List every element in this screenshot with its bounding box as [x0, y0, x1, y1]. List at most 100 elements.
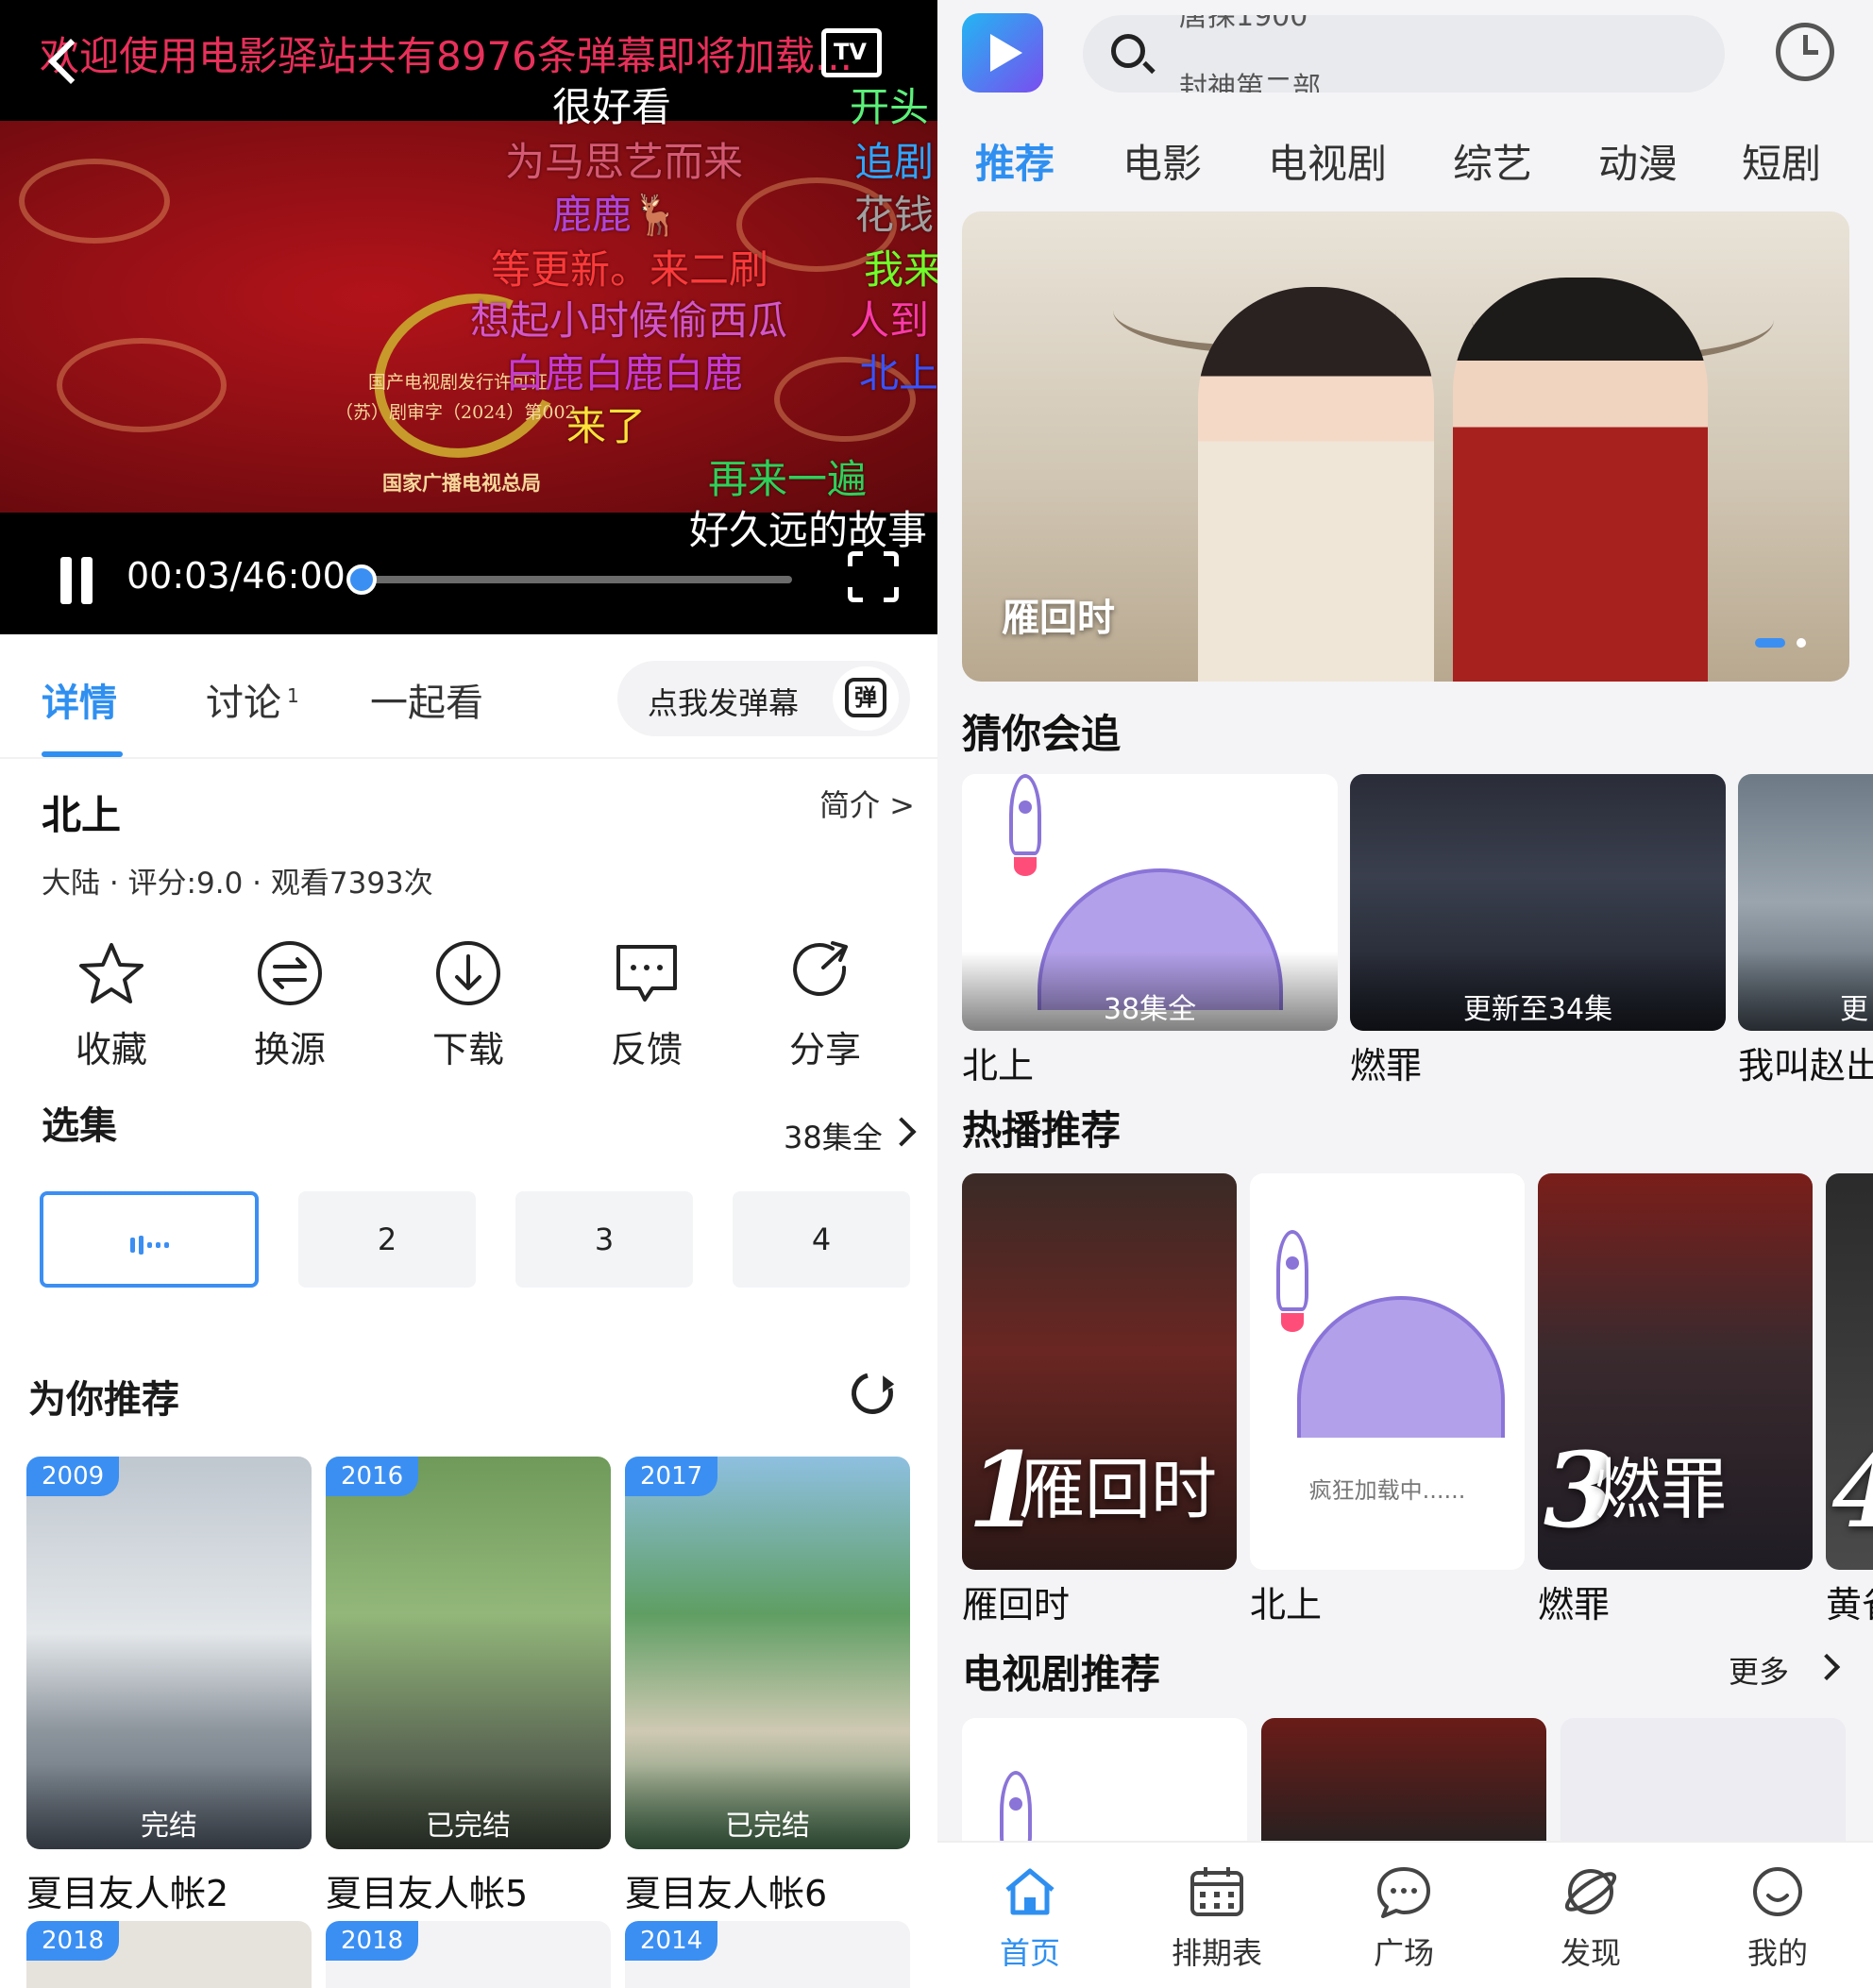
action-label: 分享: [788, 1029, 861, 1070]
planet-illustration: [1297, 1296, 1505, 1438]
danmu-comment: 想起小时候偷西瓜: [470, 297, 788, 344]
feedback-button[interactable]: 反馈: [590, 939, 703, 1072]
hot-card[interactable]: 3 燃罪 燃罪: [1538, 1173, 1813, 1627]
hot-card[interactable]: 疯狂加载中...... 北上: [1250, 1173, 1525, 1627]
more-link[interactable]: 更多: [1729, 1648, 1789, 1692]
fullscreen-icon[interactable]: [848, 551, 899, 602]
refresh-icon[interactable]: [843, 1364, 902, 1423]
detail-pane: 国产电视剧发行许可证 （苏）剧审字（2024）第002 国家广播电视总局 欢迎使…: [0, 0, 937, 1988]
danmu-comment: 追剧: [854, 139, 935, 185]
action-label: 下载: [431, 1029, 504, 1070]
hot-card[interactable]: 4 黄雀: [1826, 1173, 1873, 1627]
hero-banner[interactable]: 雁回时: [962, 211, 1849, 682]
video-player[interactable]: 国产电视剧发行许可证 （苏）剧审字（2024）第002 国家广播电视总局 欢迎使…: [0, 0, 937, 634]
year-badge: 2018: [26, 1921, 120, 1961]
app-logo-icon[interactable]: [962, 13, 1043, 93]
danmu-toggle[interactable]: 弹: [833, 666, 899, 731]
recommend-card[interactable]: 2018: [26, 1921, 312, 1988]
nav-label: 我的: [1746, 1935, 1808, 1971]
tab-details[interactable]: 详情: [42, 672, 117, 727]
send-danmu-button[interactable]: 点我发弹幕 弹: [617, 661, 910, 736]
recommend-card[interactable]: 2018: [326, 1921, 611, 1988]
poster-title-art: 燃罪: [1595, 1451, 1727, 1528]
nav-label: 首页: [999, 1935, 1060, 1971]
search-bar[interactable]: 唐探1900 封神第二部: [1083, 15, 1725, 93]
nav-home[interactable]: 首页: [964, 1865, 1096, 1973]
progress-thumb[interactable]: [346, 564, 377, 595]
action-label: 反馈: [610, 1029, 683, 1070]
tv-card[interactable]: [1261, 1718, 1546, 1841]
nav-schedule[interactable]: 排期表: [1151, 1865, 1283, 1973]
danmu-comment: 人到: [850, 297, 930, 344]
carousel-dot[interactable]: [1797, 638, 1806, 648]
license-authority: 国家广播电视总局: [382, 471, 541, 495]
year-badge: 2017: [625, 1457, 718, 1496]
episode-1-button[interactable]: [40, 1191, 259, 1288]
tab-indicator: [42, 751, 123, 757]
episode-button[interactable]: 3: [515, 1191, 693, 1288]
rocket-icon: [1000, 774, 1051, 878]
episode-button[interactable]: 2: [298, 1191, 476, 1288]
tv-section-title: 电视剧推荐: [962, 1651, 1161, 1697]
download-button[interactable]: 下载: [412, 939, 525, 1072]
tv-card[interactable]: [962, 1718, 1247, 1841]
nav-label: 排期表: [1171, 1935, 1262, 1971]
pause-button[interactable]: [57, 557, 96, 604]
danmu-comment: 鹿鹿🦌: [552, 192, 682, 238]
category-tab-movie[interactable]: 电影: [1122, 132, 1202, 190]
chevron-right-icon[interactable]: [886, 1117, 917, 1147]
card-title: 夏目友人帐6: [625, 1873, 828, 1914]
nav-discover[interactable]: 发现: [1525, 1865, 1657, 1973]
nav-label: 发现: [1560, 1935, 1621, 1971]
danmu-comment: 欢迎使用电影驿站共有8976条弹幕即将加载...: [40, 33, 852, 79]
category-tab-recommend[interactable]: 推荐: [975, 132, 1055, 190]
progress-slider[interactable]: [346, 564, 792, 595]
danmu-comment: 白鹿白鹿白鹿: [505, 350, 744, 396]
intro-link[interactable]: 简介 >: [819, 782, 915, 825]
recommend-card[interactable]: 2017 已完结 夏目友人帐6: [625, 1457, 910, 1916]
danmu-comment: 我来: [864, 246, 937, 293]
tv-card[interactable]: [1561, 1718, 1846, 1841]
share-icon: [791, 939, 859, 1007]
episode-button[interactable]: 4: [733, 1191, 910, 1288]
category-tab-short[interactable]: 短剧: [1742, 132, 1821, 190]
chevron-right-icon[interactable]: [1813, 1653, 1841, 1681]
share-button[interactable]: 分享: [768, 939, 882, 1072]
rank-number: 4: [1831, 1429, 1873, 1551]
download-icon: [434, 939, 502, 1007]
search-icon: [1111, 34, 1145, 68]
tab-discussion[interactable]: 讨论 1: [206, 672, 299, 727]
recommend-title: 为你推荐: [28, 1378, 179, 1422]
banner-figure: [1198, 287, 1434, 682]
tab-watch-together[interactable]: 一起看: [370, 672, 483, 727]
danmu-comment: 北上: [859, 350, 937, 396]
category-tab-tv[interactable]: 电视剧: [1268, 132, 1387, 190]
cast-tv-icon[interactable]: TV: [821, 28, 882, 77]
favorite-button[interactable]: 收藏: [55, 939, 168, 1072]
nav-profile[interactable]: 我的: [1712, 1865, 1844, 1973]
guess-card[interactable]: 更新至34集 燃罪: [1350, 774, 1726, 1088]
recommend-card[interactable]: 2014: [625, 1921, 910, 1988]
back-icon[interactable]: [42, 34, 87, 87]
recommend-card[interactable]: 2009 完结 夏目友人帐2: [26, 1457, 312, 1916]
category-tab-variety[interactable]: 综艺: [1453, 132, 1532, 190]
category-tab-anime[interactable]: 动漫: [1598, 132, 1678, 190]
poster-placeholder: 疯狂加载中......: [1250, 1173, 1525, 1570]
danmu-comment: 很好看: [552, 84, 672, 130]
poster-image: 2016 已完结: [326, 1457, 611, 1849]
danmu-comment: 等更新。来二刷: [491, 246, 769, 293]
carousel-dot-active[interactable]: [1755, 638, 1785, 648]
guess-card[interactable]: 38集全 北上: [962, 774, 1338, 1088]
year-badge: 2009: [26, 1457, 120, 1496]
episode-badge: 38集全: [962, 952, 1338, 1031]
nav-square[interactable]: 广场: [1338, 1865, 1470, 1973]
detail-tab-bar: 详情 讨论 1 一起看 点我发弹幕 弹: [0, 634, 937, 759]
episodes-count[interactable]: 38集全: [784, 1114, 883, 1157]
hot-card[interactable]: 1 雁回时 雁回时: [962, 1173, 1237, 1627]
episodes-title: 选集: [42, 1104, 117, 1148]
poster-image: 2009 完结: [26, 1457, 312, 1849]
history-icon[interactable]: [1776, 23, 1834, 81]
switch-source-button[interactable]: 换源: [233, 939, 346, 1072]
recommend-card[interactable]: 2016 已完结 夏目友人帐5: [326, 1457, 611, 1916]
guess-card[interactable]: 更 我叫赵出: [1738, 774, 1873, 1088]
